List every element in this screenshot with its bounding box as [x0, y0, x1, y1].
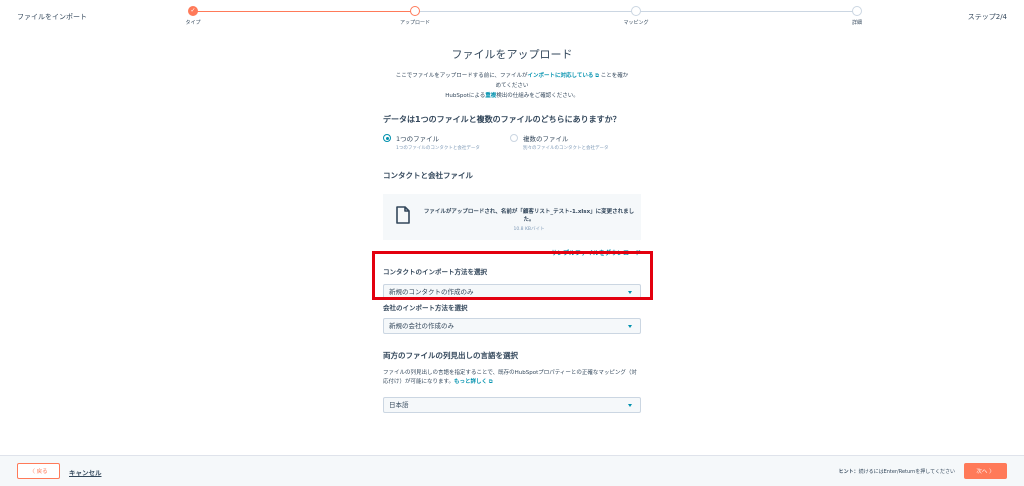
back-button[interactable]: 〈 戻る [17, 463, 60, 479]
file-size: 10.8 KBバイト [513, 227, 545, 232]
file-count-options: 1つのファイル 1つのファイルのコンタクトと会社データ 複数のファイル 別々のフ… [383, 133, 641, 151]
page-title: ファイルをアップロード [451, 48, 573, 61]
dedup-link[interactable]: 重複 [485, 93, 496, 99]
language-title: 両方のファイルの列見出しの言語を選択 [383, 351, 518, 360]
file-count-question: データは1つのファイルと複数のファイルのどちらにありますか？ [383, 115, 621, 124]
language-description: ファイルの列見出しの言語を指定することで、既存のHubSpotプロパティーとの正… [383, 370, 637, 385]
cancel-link[interactable]: キャンセル [69, 467, 102, 477]
app-title: ファイルをインポート [17, 13, 87, 21]
import-requirements-link[interactable]: インポートに対応している [528, 73, 594, 79]
radio-button[interactable] [510, 134, 518, 142]
step-type: ✓ タイプ [185, 6, 201, 26]
option-multiple-files[interactable]: 複数のファイル 別々のファイルのコンタクトと会社データ [510, 133, 637, 151]
current-step-icon [410, 6, 420, 16]
option-one-file[interactable]: 1つのファイル 1つのファイルのコンタクトと会社データ [383, 133, 510, 151]
highlight-box [372, 251, 653, 300]
pending-step-icon [852, 6, 862, 16]
step-counter: ステップ2/4 [967, 13, 1007, 21]
caret-down-icon [628, 325, 632, 328]
intro-text: ここでファイルをアップロードする前に、ファイルがインポートに対応している ⧉ こ… [395, 73, 629, 99]
keyboard-hint: ヒント：続けるにはEnter/Returnを押してください [838, 469, 955, 475]
file-section-title: コンタクトと会社ファイル [383, 171, 473, 180]
company-import-label: 会社のインポート方法を選択 [383, 304, 468, 312]
language-group: 両方のファイルの列見出しの言語を選択 ファイルの列見出しの言語を指定することで、… [383, 350, 641, 413]
file-upload-message: ファイルがアップロードされ、名前が「顧客リスト_テスト-1.xlsx」に変更され… [423, 209, 635, 223]
step-details: 詳細 [827, 6, 887, 26]
radio-button-checked[interactable] [383, 134, 391, 142]
company-import-group: 会社のインポート方法を選択 新規の会社の作成のみ [383, 302, 641, 334]
check-icon: ✓ [188, 6, 198, 16]
upload-form: ファイルをアップロード ここでファイルをアップロードする前に、ファイルがインポー… [383, 46, 641, 413]
learn-more-link[interactable]: もっと詳しく [454, 379, 487, 385]
pending-step-icon [631, 6, 641, 16]
footer-bar: 〈 戻る キャンセル ヒント：続けるにはEnter/Returnを押してください… [0, 455, 1024, 486]
company-import-select[interactable]: 新規の会社の作成のみ [383, 318, 641, 334]
uploaded-file-card: ファイルがアップロードされ、名前が「顧客リスト_テスト-1.xlsx」に変更され… [383, 194, 641, 240]
progress-track-done [193, 11, 415, 12]
language-select[interactable]: 日本語 [383, 397, 641, 413]
external-link-icon: ⧉ [486, 379, 493, 385]
step-mapping: マッピング [606, 6, 666, 26]
step-upload: アップロード [385, 6, 445, 26]
progress-header: ファイルをインポート ✓ タイプ アップロード マッピング 詳細 ステップ2/4 [0, 0, 1024, 34]
caret-down-icon [628, 404, 632, 407]
file-icon [396, 206, 410, 228]
next-button[interactable]: 次へ 〉 [964, 463, 1007, 479]
